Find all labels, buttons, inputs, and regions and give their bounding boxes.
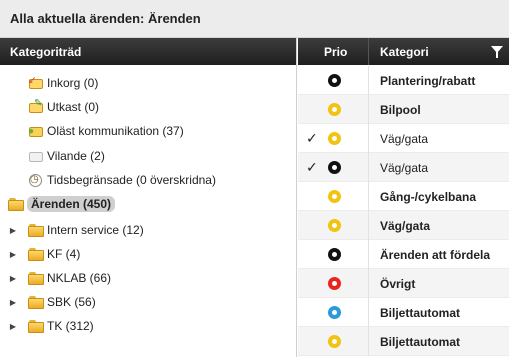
tree-item-label: Intern service (12) (47, 223, 144, 237)
priority-dot-icon (328, 74, 341, 87)
folder-icon (28, 223, 44, 237)
tree-item-label: Utkast (0) (47, 100, 100, 114)
unread-communication-icon: ● (28, 124, 44, 138)
kategori-cell: Väg/gata (380, 132, 429, 146)
kategori-cell: Biljettautomat (380, 335, 461, 349)
kategori-cell: Gång-/cykelbana (380, 190, 477, 204)
title-bar: Alla aktuella ärenden: Ärenden (0, 0, 509, 38)
cell-divider (368, 240, 369, 269)
cell-divider (368, 327, 369, 356)
expand-arrow-icon[interactable]: ▶ (8, 322, 18, 331)
priority-dot-icon (328, 248, 341, 261)
priority-dot-icon (328, 161, 341, 174)
checkmark-icon: ✓ (306, 130, 318, 146)
priority-dot-icon (328, 306, 341, 319)
table-row[interactable]: Plantering/rabatt (298, 66, 509, 95)
table-row[interactable]: Övrigt (298, 269, 509, 298)
cell-divider (368, 211, 369, 240)
tree-item[interactable]: ▶ KF (4) (8, 243, 80, 265)
paused-icon (28, 149, 44, 163)
tree-header: Kategoriträd (0, 38, 296, 65)
folder-icon (28, 295, 44, 309)
expand-arrow-icon[interactable]: ▶ (8, 274, 18, 283)
cell-divider (368, 95, 369, 124)
tree-item[interactable]: ↙ Inkorg (0) (28, 72, 98, 94)
kategori-cell: Väg/gata (380, 219, 431, 233)
expand-arrow-icon[interactable]: ▶ (8, 298, 18, 307)
folder-icon (28, 247, 44, 261)
kategori-cell: Väg/gata (380, 161, 429, 175)
table-row[interactable]: Väg/gata (298, 211, 509, 240)
checkmark-icon: ✓ (306, 159, 318, 175)
tree-item[interactable]: ▶ Intern service (12) (8, 219, 144, 241)
clock-icon: ◷ (28, 173, 44, 187)
tree-item[interactable]: ◷ Tidsbegränsade (0 överskridna) (28, 169, 216, 191)
cell-divider (368, 66, 369, 95)
priority-dot-icon (328, 103, 341, 116)
tree-item-label: Vilande (2) (47, 149, 105, 163)
tree-item-label: SBK (56) (47, 295, 96, 309)
case-grid: Prio Kategori Plantering/rabatt Bilpool ✓ V… (298, 38, 509, 357)
table-row[interactable]: Biljettautomat (298, 298, 509, 327)
kategori-cell: Övrigt (380, 277, 416, 291)
category-tree-panel: Kategoriträd ↙ Inkorg (0) ✎ Utkast (0) ● Oläs… (0, 38, 297, 357)
tree-item[interactable]: ▶ TK (312) (8, 315, 94, 337)
priority-dot-icon (328, 277, 341, 290)
table-row[interactable]: ✓ Väg/gata (298, 153, 509, 182)
table-row[interactable]: Ärenden att fördela (298, 240, 509, 269)
tree-item-label: Oläst kommunikation (37) (47, 124, 184, 138)
filter-icon[interactable] (491, 46, 503, 58)
grid-header: Prio Kategori (298, 38, 509, 65)
cell-divider (368, 124, 369, 153)
priority-dot-icon (328, 132, 341, 145)
cell-divider (368, 182, 369, 211)
tree-item-label: Tidsbegränsade (0 överskridna) (47, 173, 216, 187)
priority-dot-icon (328, 219, 341, 232)
tree-item[interactable]: ✎ Utkast (0) (28, 96, 99, 118)
column-header-kategori[interactable]: Kategori (380, 45, 429, 59)
tree-item[interactable]: ▶ NKLAB (66) (8, 267, 111, 289)
kategori-cell: Plantering/rabatt (380, 74, 476, 88)
page-title: Alla aktuella ärenden: Ärenden (10, 11, 201, 26)
kategori-cell: Ärenden att fördela (380, 248, 491, 262)
tree-item[interactable]: ◢Ärenden (450) (0, 193, 116, 215)
expand-arrow-icon[interactable]: ▶ (8, 226, 18, 235)
folder-icon (8, 197, 24, 211)
draft-icon: ✎ (28, 99, 44, 114)
priority-dot-icon (328, 335, 341, 348)
folder-icon (28, 271, 44, 285)
column-divider[interactable] (368, 38, 369, 65)
tree-item-label: Ärenden (450) (27, 196, 116, 212)
tree-item-label: NKLAB (66) (47, 271, 112, 285)
cell-divider (368, 269, 369, 298)
tree-item-label: Inkorg (0) (47, 76, 99, 90)
priority-dot-icon (328, 190, 341, 203)
table-row[interactable]: ✓ Väg/gata (298, 124, 509, 153)
expand-arrow-icon[interactable]: ▶ (8, 250, 18, 259)
table-row[interactable]: Biljettautomat (298, 327, 509, 356)
inbox-icon: ↙ (28, 76, 44, 90)
kategori-cell: Bilpool (380, 103, 421, 117)
folder-icon (28, 319, 44, 333)
table-row[interactable]: Bilpool (298, 95, 509, 124)
cell-divider (368, 153, 369, 182)
column-header-prio[interactable]: Prio (324, 45, 347, 59)
tree-item-label: KF (4) (47, 247, 81, 261)
cell-divider (368, 298, 369, 327)
tree-item-label: TK (312) (47, 319, 94, 333)
tree-item[interactable]: Vilande (2) (28, 145, 105, 167)
kategori-cell: Biljettautomat (380, 306, 461, 320)
tree-item[interactable]: ● Oläst kommunikation (37) (28, 120, 184, 142)
tree-item[interactable]: ▶ SBK (56) (8, 291, 96, 313)
table-row[interactable]: Gång-/cykelbana (298, 182, 509, 211)
